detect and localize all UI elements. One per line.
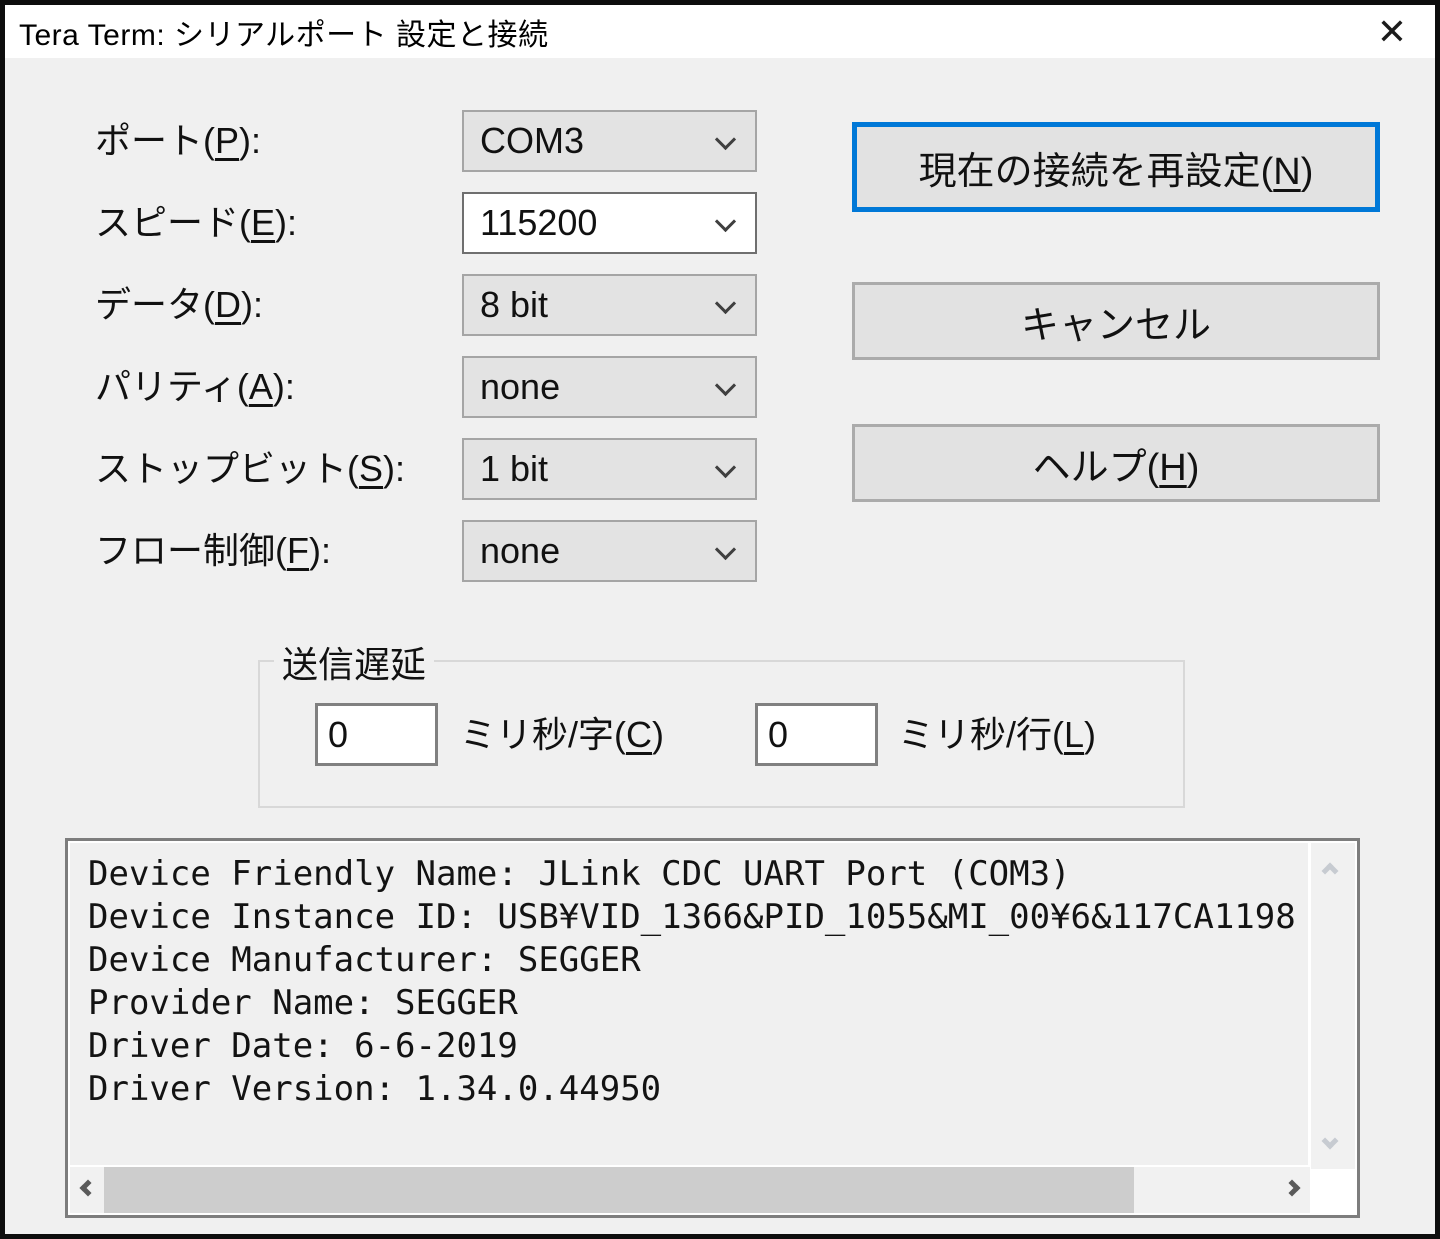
horizontal-scrollbar[interactable] — [70, 1167, 1310, 1213]
vertical-scrollbar[interactable] — [1311, 843, 1355, 1169]
stop-bits-label: ストップビット(S): — [95, 438, 405, 500]
horizontal-scrollbar-thumb[interactable] — [104, 1167, 1134, 1213]
close-button[interactable]: ✕ — [1349, 5, 1435, 58]
scroll-up-icon[interactable] — [1322, 863, 1339, 880]
scroll-right-icon[interactable] — [1284, 1180, 1301, 1197]
device-info-box: Device Friendly Name: JLink CDC UART Por… — [65, 838, 1360, 1218]
device-info-line: Device Manufacturer: SEGGER — [88, 939, 1308, 982]
line-delay-input[interactable] — [755, 703, 878, 766]
char-delay-input[interactable] — [315, 703, 438, 766]
char-delay-label: ミリ秒/字(C) — [460, 703, 664, 766]
device-info-line: Device Instance ID: USB¥VID_1366&PID_105… — [88, 896, 1308, 939]
titlebar: Tera Term: シリアルポート 設定と接続 ✕ — [5, 5, 1435, 58]
port-label: ポート(P): — [95, 110, 261, 172]
device-info-text: Device Friendly Name: JLink CDC UART Por… — [70, 843, 1308, 1165]
speed-select[interactable]: 115200 — [462, 192, 757, 254]
parity-label: パリティ(A): — [95, 356, 295, 418]
screen: Tera Term: シリアルポート 設定と接続 ✕ ポート(P): COM3 … — [0, 0, 1440, 1239]
stop-bits-select[interactable]: 1 bit — [462, 438, 757, 500]
reset-connection-button[interactable]: 現在の接続を再設定(N) — [852, 122, 1380, 212]
close-icon: ✕ — [1377, 11, 1407, 53]
flow-control-label: フロー制御(F): — [95, 520, 331, 582]
scroll-down-icon[interactable] — [1322, 1133, 1339, 1150]
device-info-line: Driver Version: 1.34.0.44950 — [88, 1068, 1308, 1111]
device-info-line: Device Friendly Name: JLink CDC UART Por… — [88, 853, 1308, 896]
cancel-button[interactable]: キャンセル — [852, 282, 1380, 360]
transmit-delay-group-title: 送信遅延 — [274, 636, 434, 688]
dialog-body: ポート(P): COM3 スピード(E): 115200 データ(D): 8 b… — [5, 58, 1435, 1234]
device-info-line: Driver Date: 6-6-2019 — [88, 1025, 1308, 1068]
flow-control-select[interactable]: none — [462, 520, 757, 582]
serial-port-setup-dialog: Tera Term: シリアルポート 設定と接続 ✕ ポート(P): COM3 … — [0, 0, 1440, 1239]
help-button[interactable]: ヘルプ(H) — [852, 424, 1380, 502]
scroll-left-icon[interactable] — [80, 1180, 97, 1197]
window-title: Tera Term: シリアルポート 設定と接続 — [5, 10, 1349, 54]
device-info-line: Provider Name: SEGGER — [88, 982, 1308, 1025]
parity-select[interactable]: none — [462, 356, 757, 418]
speed-label: スピード(E): — [95, 192, 297, 254]
data-bits-label: データ(D): — [95, 274, 263, 336]
port-select[interactable]: COM3 — [462, 110, 757, 172]
data-bits-select[interactable]: 8 bit — [462, 274, 757, 336]
line-delay-label: ミリ秒/行(L) — [898, 703, 1096, 766]
